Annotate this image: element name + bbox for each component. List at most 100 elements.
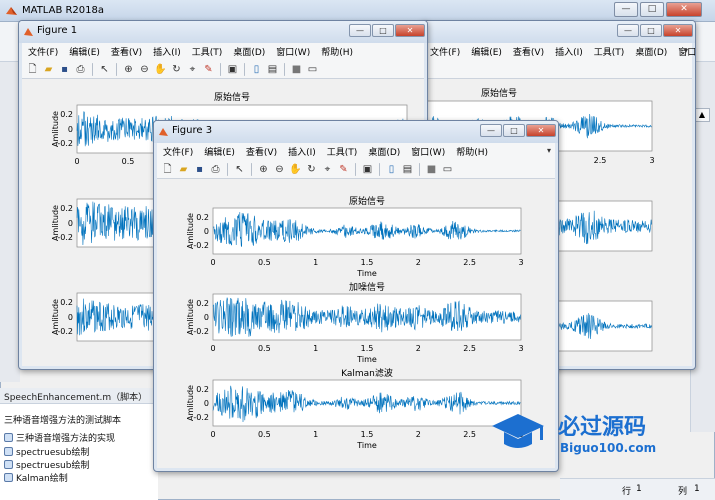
maximize-button[interactable]: □ <box>640 2 664 17</box>
toolbar-separator <box>244 62 245 76</box>
editor-line[interactable]: 三种语音增强方法的测试脚本 <box>4 413 121 426</box>
col-value: 1 <box>694 484 700 494</box>
x-axis-label: Time <box>356 269 377 278</box>
left-panel <box>0 62 20 382</box>
menu-edit[interactable]: 编辑(E) <box>471 45 502 58</box>
toolbar-separator <box>284 62 285 76</box>
x-tick-label: 0.5 <box>258 258 271 267</box>
y-tick-label: 0 <box>204 227 209 236</box>
pointer-icon[interactable]: ↖ <box>233 163 246 176</box>
zoom-in-icon[interactable]: ⊕ <box>122 63 135 76</box>
figure-1-title-bar[interactable]: Figure 1 — □ ✕ <box>19 21 427 43</box>
print-icon[interactable]: ⎙ <box>74 63 87 76</box>
minimize-button[interactable]: — <box>480 124 502 137</box>
data-cursor-icon[interactable]: ⌖ <box>321 163 334 176</box>
menu-desktop[interactable]: 桌面(D) <box>233 45 265 58</box>
matlab-logo-icon <box>6 7 17 15</box>
colorbar-icon[interactable]: ▯ <box>385 163 398 176</box>
legend-icon[interactable]: ▤ <box>266 63 279 76</box>
x-tick-label: 1.5 <box>361 344 374 353</box>
menu-insert[interactable]: 插入(I) <box>288 145 316 158</box>
editor-line[interactable]: spectruesub绘制 <box>4 445 89 458</box>
menu-desktop[interactable]: 桌面(D) <box>368 145 400 158</box>
minimize-button[interactable]: — <box>617 24 639 37</box>
open-folder-icon[interactable]: ▰ <box>42 63 55 76</box>
new-file-icon[interactable]: 🗋 <box>161 163 174 176</box>
brush-icon[interactable]: ✎ <box>337 163 350 176</box>
link-icon[interactable]: ▣ <box>226 63 239 76</box>
menu-desktop[interactable]: 桌面(D) <box>635 45 667 58</box>
open-folder-icon[interactable]: ▰ <box>177 163 190 176</box>
close-button[interactable]: ✕ <box>395 24 425 37</box>
menu-tools[interactable]: 工具(T) <box>594 45 625 58</box>
pan-icon[interactable]: ✋ <box>154 63 167 76</box>
editor-tab[interactable]: SpeechEnhancement.m（脚本） <box>0 388 158 404</box>
y-tick-label: -0.2 <box>193 327 209 336</box>
menu-insert[interactable]: 插入(I) <box>153 45 181 58</box>
row-label: 行 <box>622 487 632 497</box>
show-plot-tools-icon[interactable]: ▭ <box>306 63 319 76</box>
x-tick-label: 0.5 <box>122 157 135 166</box>
new-file-icon[interactable]: 🗋 <box>26 63 39 76</box>
zoom-out-icon[interactable]: ⊖ <box>273 163 286 176</box>
editor-line[interactable]: spectruesub绘制 <box>4 458 89 471</box>
menu-view[interactable]: 查看(V) <box>111 45 142 58</box>
save-icon[interactable]: ▪ <box>58 63 71 76</box>
hide-plot-tools-icon[interactable]: ■ <box>290 63 303 76</box>
colorbar-icon[interactable]: ▯ <box>250 63 263 76</box>
matlab-logo-icon <box>24 28 33 36</box>
menu-view[interactable]: 查看(V) <box>246 145 277 158</box>
rotate-icon[interactable]: ↻ <box>170 63 183 76</box>
x-tick-label: 1 <box>313 258 318 267</box>
editor-line[interactable]: Kalman绘制 <box>4 471 68 484</box>
status-bar: 行 1 列 1 <box>560 478 715 500</box>
x-ticks: 00.511.522.53 <box>210 430 523 439</box>
data-cursor-icon[interactable]: ⌖ <box>186 63 199 76</box>
print-icon[interactable]: ⎙ <box>209 163 222 176</box>
brush-icon[interactable]: ✎ <box>202 63 215 76</box>
minimize-button[interactable]: — <box>614 2 638 17</box>
editor-line[interactable]: 三种语音增强方法的实现 <box>4 431 115 444</box>
close-button[interactable]: ✕ <box>666 2 702 17</box>
figure-2-title-bar[interactable]: — □ ✕ <box>421 21 695 43</box>
maximize-button[interactable]: □ <box>372 24 394 37</box>
menu-view[interactable]: 查看(V) <box>513 45 544 58</box>
menu-edit[interactable]: 编辑(E) <box>69 45 100 58</box>
close-button[interactable]: ✕ <box>526 124 556 137</box>
legend-icon[interactable]: ▤ <box>401 163 414 176</box>
zoom-in-icon[interactable]: ⊕ <box>257 163 270 176</box>
pointer-icon[interactable]: ↖ <box>98 63 111 76</box>
editor-line-text: spectruesub绘制 <box>16 448 90 458</box>
x-tick-label: 2 <box>416 430 421 439</box>
toolbar-separator <box>355 162 356 176</box>
pan-icon[interactable]: ✋ <box>289 163 302 176</box>
menu-edit[interactable]: 编辑(E) <box>204 145 235 158</box>
minimize-button[interactable]: — <box>349 24 371 37</box>
scroll-up-icon[interactable]: ▲ <box>694 108 710 122</box>
toolbar-separator <box>220 62 221 76</box>
menu-file[interactable]: 文件(F) <box>28 45 58 58</box>
menu-help[interactable]: 帮助(H) <box>321 45 353 58</box>
hide-plot-tools-icon[interactable]: ■ <box>425 163 438 176</box>
menu-window[interactable]: 窗口(W) <box>411 145 445 158</box>
link-icon[interactable]: ▣ <box>361 163 374 176</box>
rotate-icon[interactable]: ↻ <box>305 163 318 176</box>
close-button[interactable]: ✕ <box>663 24 693 37</box>
menu-help[interactable]: 帮助(H) <box>456 145 488 158</box>
menu-file[interactable]: 文件(F) <box>430 45 460 58</box>
maximize-button[interactable]: □ <box>640 24 662 37</box>
figure-3-title-bar[interactable]: Figure 3 — □ ✕ <box>154 121 558 143</box>
menu-overflow-icon[interactable]: ▾ <box>547 146 551 155</box>
menu-insert[interactable]: 插入(I) <box>555 45 583 58</box>
x-tick-label: 1 <box>313 430 318 439</box>
show-plot-tools-icon[interactable]: ▭ <box>441 163 454 176</box>
menu-tools[interactable]: 工具(T) <box>327 145 358 158</box>
zoom-out-icon[interactable]: ⊖ <box>138 63 151 76</box>
section-icon <box>4 447 13 456</box>
menu-file[interactable]: 文件(F) <box>163 145 193 158</box>
maximize-button[interactable]: □ <box>503 124 525 137</box>
menu-window[interactable]: 窗口(W) <box>276 45 310 58</box>
menu-tools[interactable]: 工具(T) <box>192 45 223 58</box>
save-icon[interactable]: ▪ <box>193 163 206 176</box>
menu-overflow-icon[interactable]: ▾ <box>684 46 688 55</box>
